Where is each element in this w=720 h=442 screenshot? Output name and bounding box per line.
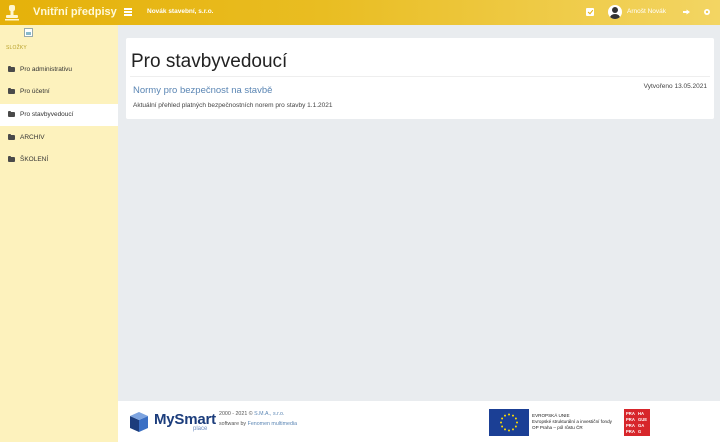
- brand-stamp-icon[interactable]: [4, 4, 20, 21]
- company-name: Novák stavební, s.r.o.: [147, 8, 214, 15]
- folder-icon: [8, 133, 15, 140]
- document-link[interactable]: Normy pro bezpečnost na stavbě: [133, 85, 272, 96]
- praha-logo-icon: PRA HA PRA GUE PRA GA PRA G: [624, 409, 650, 436]
- document-created-date: Vytvořeno 13.05.2021: [643, 83, 707, 90]
- menu-icon[interactable]: [124, 8, 132, 16]
- sidebar-item-stavbyvedouci[interactable]: Pro stavbyvedoucí: [0, 104, 118, 126]
- document-description: Aktuální přehled platných bezpečnostních…: [133, 102, 333, 109]
- eu-line-3: OP Praha – pól růstu ČR: [532, 425, 583, 430]
- sidebar-item-label: ARCHIV: [20, 134, 45, 141]
- sidebar-heading: SLOŽKY: [6, 45, 27, 51]
- footer: MySmart place 2000 - 2021 © S.M.A., s.r.…: [118, 401, 720, 442]
- content-card: Pro stavbyvedoucí Normy pro bezpečnost n…: [126, 38, 714, 119]
- software-company-link[interactable]: Fenomen multimedia: [248, 421, 297, 427]
- sidebar-item-ucetni[interactable]: Pro účetní: [0, 81, 118, 103]
- broken-image-icon: [24, 28, 33, 37]
- mysmart-brand-sub: place: [193, 426, 208, 432]
- mysmart-logo-icon[interactable]: [130, 412, 148, 432]
- copyright-prefix: 2000 - 2021 ©: [219, 411, 253, 417]
- sidebar-item-skoleni[interactable]: ŠKOLENÍ: [0, 149, 118, 171]
- sidebar-item-label: ŠKOLENÍ: [20, 156, 49, 163]
- copyright-text: 2000 - 2021 © S.M.A., s.r.o.: [219, 411, 284, 417]
- folder-icon: [8, 110, 15, 117]
- sidebar: SLOŽKY Pro administrativu Pro účetní Pro…: [0, 25, 118, 442]
- logout-icon[interactable]: [683, 9, 690, 15]
- sidebar-item-archiv[interactable]: ARCHIV: [0, 127, 118, 149]
- divider: [130, 76, 710, 77]
- page-title: Pro stavbyvedoucí: [131, 51, 288, 72]
- sidebar-item-label: Pro stavbyvedoucí: [20, 111, 74, 118]
- top-bar: Vnitřní předpisy Novák stavební, s.r.o. …: [0, 0, 720, 25]
- sidebar-item-label: Pro administrativu: [20, 66, 73, 73]
- folder-icon: [8, 155, 15, 162]
- settings-icon[interactable]: [703, 8, 711, 16]
- eu-funding-text: EVROPSKÁ UNIE Evropské strukturální a in…: [532, 413, 612, 431]
- folder-icon: [8, 65, 15, 72]
- user-name[interactable]: Arnošt Novák: [627, 8, 666, 15]
- folder-icon: [8, 87, 15, 94]
- sidebar-item-label: Pro účetní: [20, 88, 50, 95]
- eu-flag-icon: [489, 409, 529, 436]
- software-credit: software by Fenomen multimedia: [219, 421, 297, 427]
- copyright-company-link[interactable]: S.M.A., s.r.o.: [254, 411, 284, 417]
- user-avatar-icon[interactable]: [608, 5, 622, 19]
- check-icon[interactable]: [586, 8, 594, 16]
- app-title[interactable]: Vnitřní předpisy: [33, 6, 117, 18]
- software-prefix: software by: [219, 421, 247, 427]
- sidebar-item-administrativa[interactable]: Pro administrativu: [0, 59, 118, 81]
